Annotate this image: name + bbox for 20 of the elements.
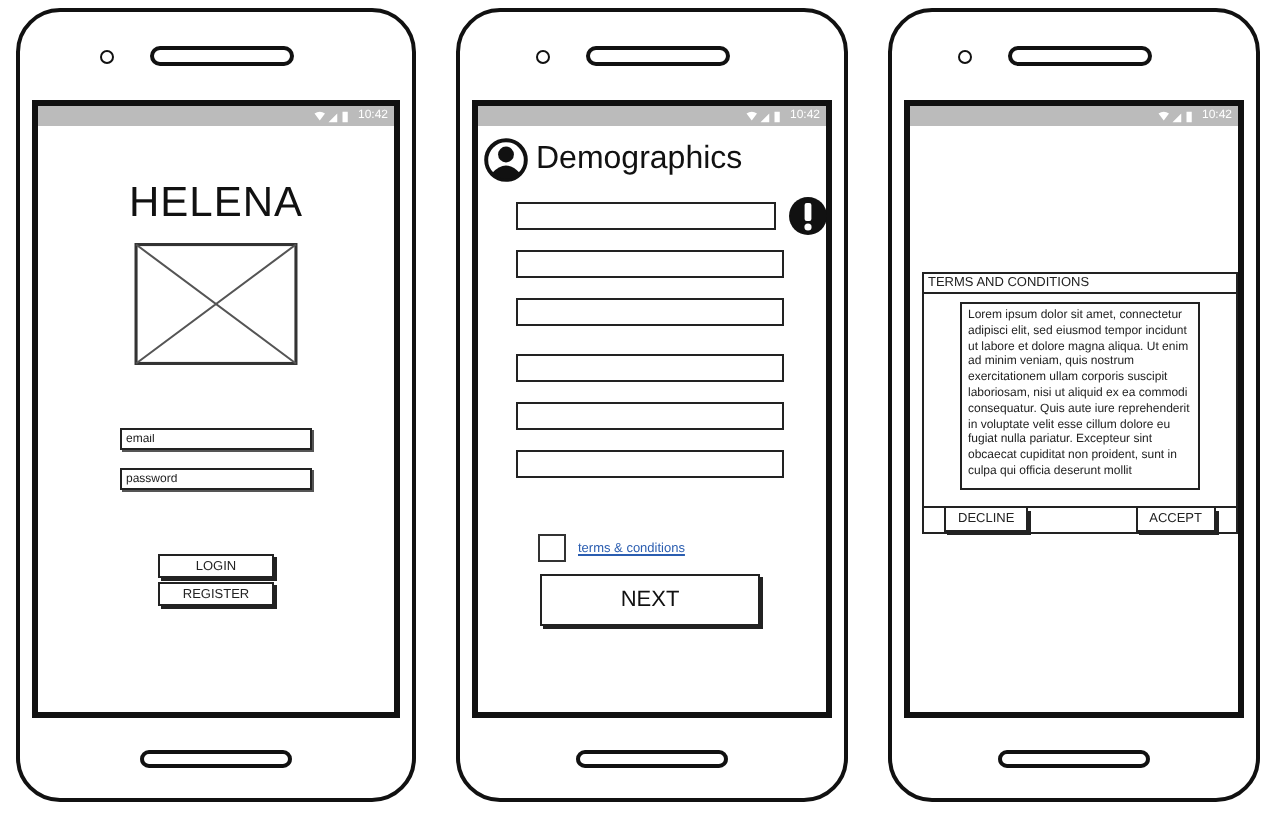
screen-title: Demographics xyxy=(536,142,743,178)
input-field[interactable] xyxy=(516,202,776,230)
camera-icon xyxy=(99,49,113,63)
input-field[interactable] xyxy=(516,298,784,326)
camera-icon xyxy=(957,49,971,63)
app-title: HELENA xyxy=(128,180,304,228)
speaker-grille xyxy=(1007,46,1151,66)
input-field[interactable] xyxy=(516,250,784,278)
input-field[interactable] xyxy=(516,450,784,478)
input-field[interactable] xyxy=(516,402,784,430)
speaker-grille xyxy=(585,46,729,66)
status-icons xyxy=(311,109,352,123)
status-icons xyxy=(743,109,784,123)
camera-icon xyxy=(535,49,549,63)
input-field[interactable] xyxy=(516,354,784,382)
user-icon xyxy=(484,138,528,182)
speaker-grille xyxy=(149,46,293,66)
status-icons xyxy=(1155,109,1196,123)
next-button[interactable]: NEXT xyxy=(540,574,760,626)
checkbox[interactable] xyxy=(538,534,566,562)
